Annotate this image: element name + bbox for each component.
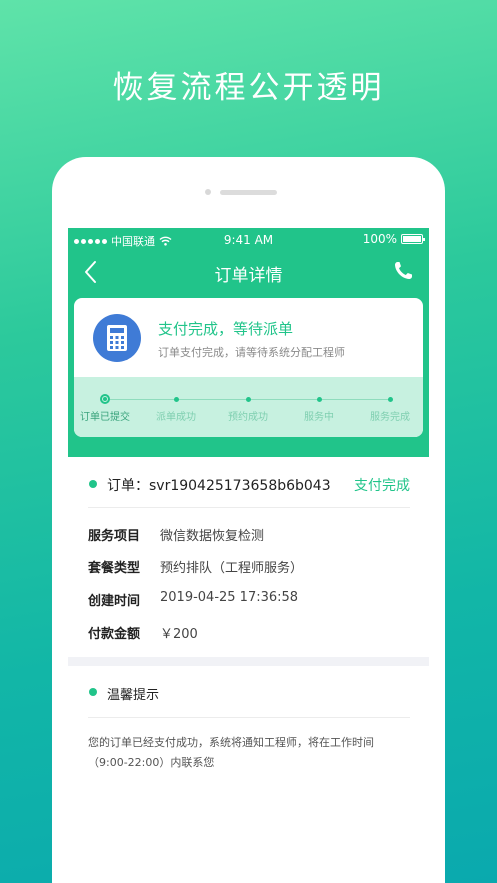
progress-step-submitted: 订单已提交 (74, 394, 140, 423)
detail-row-created: 创建时间 2019-04-25 17:36:58 (88, 590, 299, 609)
bullet-icon (89, 480, 97, 488)
calculator-icon (93, 314, 141, 362)
order-number: 订单：svr190425173658b6b043 (107, 478, 331, 494)
phone-camera (205, 189, 211, 195)
progress-step-completed: 服务完成 (355, 394, 423, 423)
nav-bar: 订单详情 (68, 250, 429, 294)
detail-row-package: 套餐类型 预约排队（工程师服务） (88, 561, 304, 576)
promo-headline: 恢复流程公开透明 (112, 70, 385, 106)
phone-speaker (220, 190, 277, 195)
bullet-icon (89, 688, 97, 696)
page-title: 订单详情 (214, 266, 283, 286)
detail-row-service: 服务项目 微信数据恢复检测 (88, 529, 265, 544)
battery-label: 100% (362, 232, 397, 246)
tips-text: 您的订单已经支付成功，系统将通知工程师，将在工作时间（9:00-22:00）内联… (88, 736, 374, 769)
status-bar: 中国联通 9:41 AM 100% (68, 228, 429, 250)
progress-step-in-service: 服务中 (284, 394, 354, 423)
divider (88, 507, 410, 508)
app-screen: 中国联通 9:41 AM 100% 订单详情 支付完成，等待派单 订单支付完成，… (68, 228, 429, 883)
progress-step-scheduled: 预约成功 (213, 394, 283, 423)
order-number-row: 订单：svr190425173658b6b043 支付完成 (88, 470, 410, 500)
order-progress: 订单已提交 派单成功 预约成功 服务中 服务完成 (74, 377, 423, 437)
status-title: 支付完成，等待派单 (158, 320, 294, 338)
detail-row-amount: 付款金额 ￥200 (88, 627, 198, 642)
section-separator (68, 657, 429, 666)
phone-icon[interactable] (391, 259, 415, 283)
tips-title: 温馨提示 (107, 688, 160, 703)
payment-status-link[interactable]: 支付完成 (354, 475, 410, 495)
order-status-card: 支付完成，等待派单 订单支付完成，请等待系统分配工程师 订单已提交 派单成功 预… (74, 298, 423, 437)
battery-icon (401, 234, 425, 244)
status-subtitle: 订单支付完成，请等待系统分配工程师 (158, 346, 345, 359)
divider (88, 717, 410, 718)
progress-step-dispatched: 派单成功 (141, 394, 211, 423)
